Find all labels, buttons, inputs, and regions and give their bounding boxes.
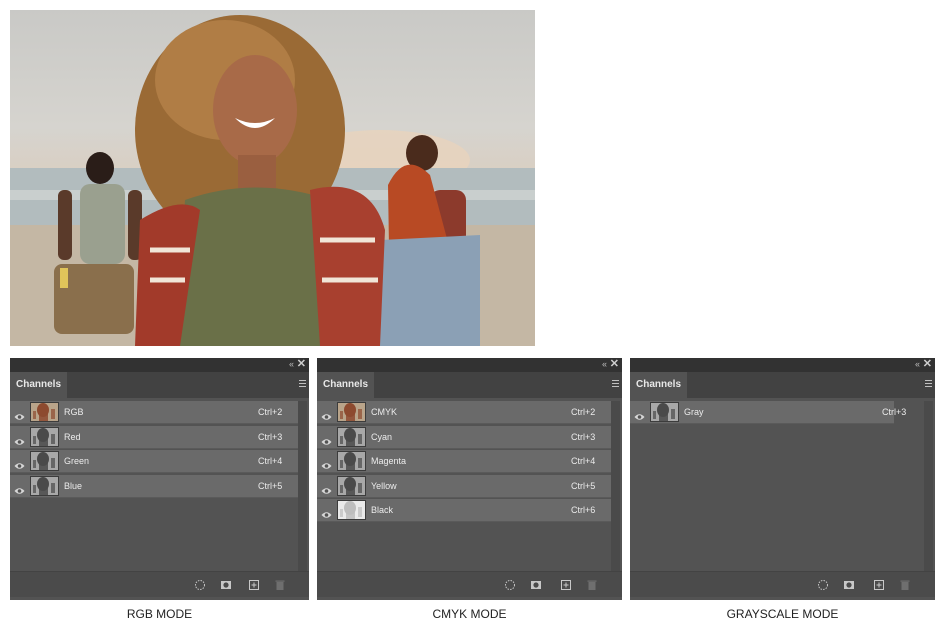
channels-panel-rgb: ‹‹ ✕ Channels RGB Ctrl+2 Red Ctrl+3 Green Ctr… — [10, 358, 309, 600]
visibility-eye-icon[interactable] — [321, 457, 332, 469]
panel-bottom-bar — [630, 571, 935, 597]
channel-name: CMYK — [371, 407, 398, 417]
channel-row[interactable]: Blue Ctrl+5 — [10, 474, 298, 498]
channel-thumbnail — [337, 500, 366, 521]
tab-channels[interactable]: Channels — [317, 372, 375, 398]
save-selection-icon[interactable] — [530, 578, 542, 590]
channel-name: Red — [64, 431, 81, 442]
visibility-eye-icon[interactable] — [634, 408, 645, 420]
channel-name: Magenta — [371, 456, 407, 467]
channel-shortcut: Ctrl+6 — [571, 505, 596, 516]
caption-grayscale-mode: GRAYSCALE MODE — [726, 607, 839, 621]
visibility-eye-icon[interactable] — [14, 433, 25, 445]
close-icon[interactable]: ✕ — [610, 358, 619, 371]
visibility-eye-icon[interactable] — [14, 408, 25, 420]
channel-row[interactable]: Magenta Ctrl+4 — [317, 450, 611, 474]
panel-bottom-bar — [317, 571, 622, 597]
channel-row[interactable]: CMYK Ctrl+2 — [317, 401, 611, 424]
panel-title-bar: ‹‹ ✕ — [630, 358, 935, 372]
channel-name: Black — [371, 505, 394, 516]
channel-row[interactable]: Black Ctrl+6 — [317, 499, 611, 523]
load-selection-icon[interactable] — [194, 578, 206, 590]
channel-name: Cyan — [371, 431, 393, 442]
channel-thumbnail — [30, 426, 59, 447]
panel-tab-row: Channels — [630, 372, 935, 398]
trash-icon[interactable] — [274, 578, 286, 590]
channel-shortcut: Ctrl+2 — [258, 407, 283, 417]
channel-thumbnail — [30, 451, 59, 472]
channel-shortcut: Ctrl+3 — [258, 431, 283, 442]
channel-thumbnail — [650, 402, 679, 422]
channel-thumbnail — [337, 475, 366, 496]
channel-thumbnail — [337, 426, 366, 447]
visibility-eye-icon[interactable] — [14, 457, 25, 469]
panel-menu-icon[interactable] — [299, 380, 306, 388]
panel-bottom-bar — [10, 571, 309, 597]
channels-panel-grayscale: ‹‹ ✕ Channels Gray Ctrl+3 — [630, 358, 935, 600]
caption-rgb-mode: RGB MODE — [126, 607, 193, 621]
close-icon[interactable]: ✕ — [923, 358, 932, 371]
channel-name: Gray — [684, 407, 704, 417]
channel-thumbnail — [337, 451, 366, 472]
channel-shortcut: Ctrl+4 — [571, 456, 596, 467]
channel-shortcut: Ctrl+3 — [882, 407, 907, 417]
photo-illustration — [10, 15, 535, 346]
tab-channels[interactable]: Channels — [630, 372, 688, 398]
channel-shortcut: Ctrl+2 — [571, 407, 596, 417]
channel-name: Yellow — [371, 480, 397, 491]
panel-tab-row: Channels — [10, 372, 309, 398]
trash-icon[interactable] — [899, 578, 911, 590]
channel-row[interactable]: Green Ctrl+4 — [10, 450, 298, 474]
scrollbar[interactable] — [924, 401, 933, 571]
channels-panel-cmyk: ‹‹ ✕ Channels CMYK Ctrl+2 Cyan Ctrl+3 Magent… — [317, 358, 622, 600]
channel-name: Green — [64, 456, 90, 467]
collapse-icon[interactable]: ‹‹ — [915, 358, 920, 371]
panel-menu-icon[interactable] — [612, 380, 619, 388]
panel-tab-row: Channels — [317, 372, 622, 398]
collapse-icon[interactable]: ‹‹ — [289, 358, 294, 371]
new-channel-icon[interactable] — [560, 578, 572, 590]
save-selection-icon[interactable] — [220, 578, 232, 590]
visibility-eye-icon[interactable] — [321, 482, 332, 494]
visibility-eye-icon[interactable] — [321, 433, 332, 445]
beach-photo — [10, 10, 535, 346]
panel-title-bar: ‹‹ ✕ — [10, 358, 309, 372]
channel-thumbnail — [337, 402, 366, 422]
new-channel-icon[interactable] — [873, 578, 885, 590]
load-selection-icon[interactable] — [504, 578, 516, 590]
channel-shortcut: Ctrl+4 — [258, 456, 283, 467]
scrollbar[interactable] — [611, 401, 620, 571]
panel-title-bar: ‹‹ ✕ — [317, 358, 622, 372]
channel-thumbnail — [30, 475, 59, 496]
channel-shortcut: Ctrl+5 — [258, 480, 283, 491]
channel-row[interactable]: Red Ctrl+3 — [10, 425, 298, 449]
channel-row[interactable]: Yellow Ctrl+5 — [317, 474, 611, 498]
visibility-eye-icon[interactable] — [321, 506, 332, 519]
load-selection-icon[interactable] — [817, 578, 829, 590]
caption-cmyk-mode: CMYK MODE — [432, 607, 507, 621]
new-channel-icon[interactable] — [248, 578, 260, 590]
collapse-icon[interactable]: ‹‹ — [602, 358, 607, 371]
scrollbar[interactable] — [298, 401, 307, 571]
channel-row[interactable]: RGB Ctrl+2 — [10, 401, 298, 424]
channel-shortcut: Ctrl+5 — [571, 480, 596, 491]
close-icon[interactable]: ✕ — [297, 358, 306, 371]
channel-name: Blue — [64, 480, 83, 491]
visibility-eye-icon[interactable] — [321, 408, 332, 420]
visibility-eye-icon[interactable] — [14, 482, 25, 494]
panel-menu-icon[interactable] — [925, 380, 932, 388]
save-selection-icon[interactable] — [843, 578, 855, 590]
channel-name: RGB — [64, 407, 84, 417]
channel-thumbnail — [30, 402, 59, 422]
channel-row[interactable]: Cyan Ctrl+3 — [317, 425, 611, 449]
tab-channels[interactable]: Channels — [10, 372, 68, 398]
channel-row[interactable]: Gray Ctrl+3 — [630, 401, 906, 424]
trash-icon[interactable] — [586, 578, 598, 590]
channel-shortcut: Ctrl+3 — [571, 431, 596, 442]
